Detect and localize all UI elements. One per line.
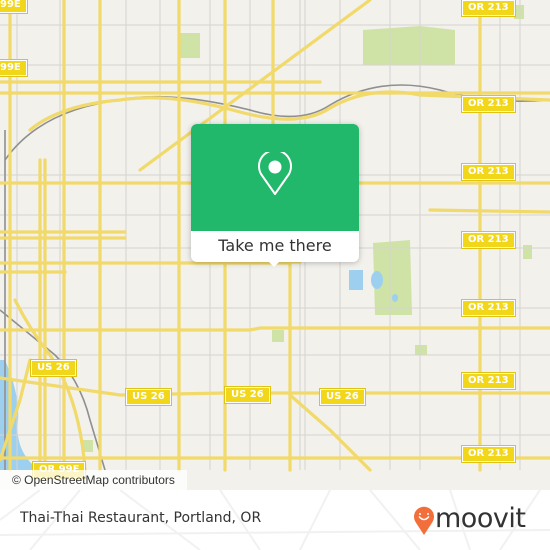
park [415, 345, 427, 355]
lake [349, 270, 363, 290]
map-attribution[interactable]: © OpenStreetMap contributors [0, 470, 187, 490]
route-shield: OR 213 [461, 0, 516, 17]
route-shield: US 26 [125, 388, 172, 406]
park [514, 5, 524, 19]
map-pin-icon [258, 152, 292, 195]
route-shield: US 26 [224, 386, 271, 404]
park [523, 245, 532, 259]
moovit-pin-icon [414, 506, 434, 535]
route-shield: OR 213 [461, 231, 516, 249]
moovit-logo[interactable]: moovit [413, 503, 538, 536]
map[interactable]: OR 213 OR 213 OR 213 OR 213 OR 213 OR 21… [0, 0, 550, 490]
route-shield: OR 213 [461, 95, 516, 113]
route-shield: 99E [0, 0, 28, 14]
park [272, 330, 284, 342]
route-shield: OR 213 [461, 372, 516, 390]
footer: Thai-Thai Restaurant, Portland, OR moovi… [0, 490, 550, 550]
lake [371, 271, 383, 289]
popup-pointer [265, 258, 283, 267]
lake [392, 294, 398, 302]
place-title: Thai-Thai Restaurant, Portland, OR [20, 510, 262, 526]
park [363, 26, 455, 65]
route-shield: OR 213 [461, 299, 516, 317]
route-shield: 99E [0, 59, 28, 77]
route-shield: US 26 [30, 359, 77, 377]
destination-popup: Take me there [191, 124, 359, 267]
moovit-wordmark: moovit [435, 503, 526, 534]
route-shield: US 26 [319, 388, 366, 406]
route-shield: OR 213 [461, 445, 516, 463]
park [180, 33, 200, 58]
route-shield: OR 213 [461, 163, 516, 181]
popup-header [191, 124, 359, 231]
